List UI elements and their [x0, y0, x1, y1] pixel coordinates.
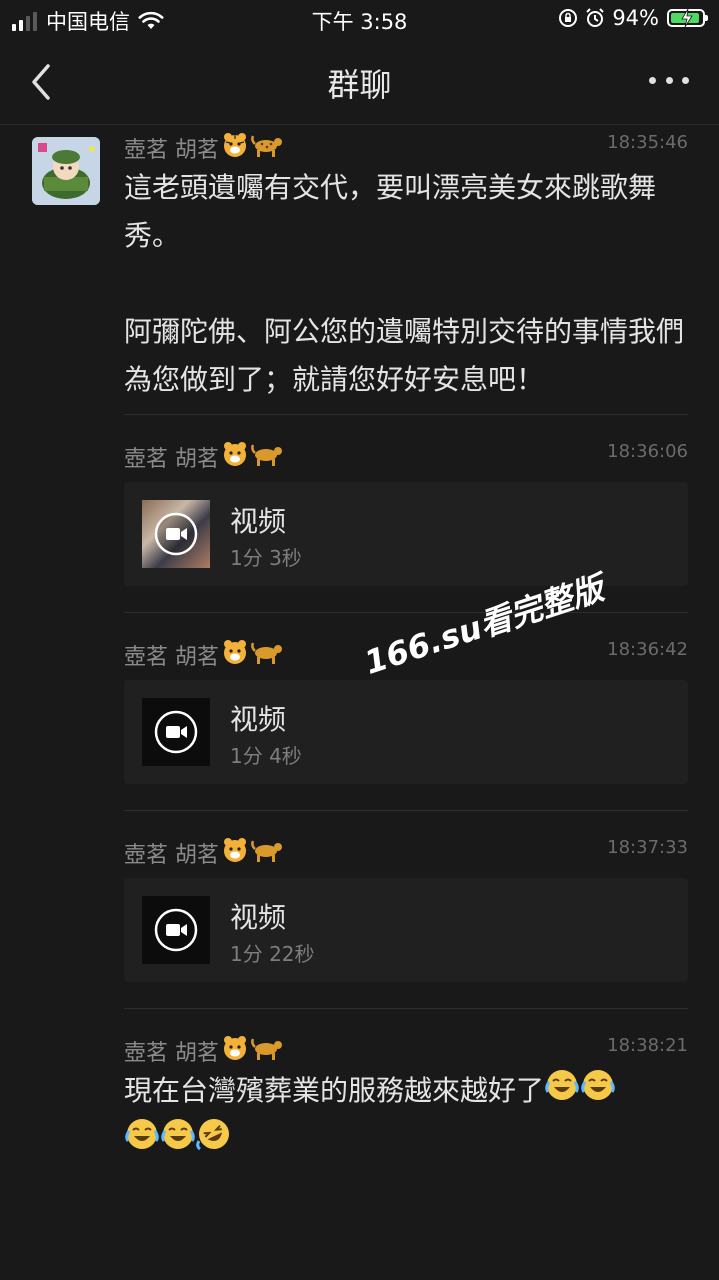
battery-icon — [667, 9, 708, 27]
video-label: 视频 — [230, 901, 287, 934]
sender-name: 壺茗 胡茗 — [124, 1035, 283, 1067]
avatar[interactable] — [32, 137, 100, 205]
message-4: 壺茗 胡茗 18:37:33 视频 1分 22秒 — [124, 837, 688, 987]
battery-percent: 94% — [612, 6, 659, 30]
video-label: 视频 — [230, 703, 287, 736]
tiger-face-icon — [221, 441, 249, 473]
divider — [124, 1008, 688, 1009]
leopard-icon — [251, 639, 283, 671]
video-card[interactable]: 视频 1分 22秒 — [124, 878, 688, 982]
status-bar: 中国电信 下午 3:58 94% — [0, 0, 719, 40]
video-camera-icon — [154, 512, 198, 556]
nav-bar: 群聊 — [0, 40, 719, 125]
message-time: 18:38:21 — [607, 1035, 688, 1056]
sender-name: 壺茗 胡茗 — [124, 441, 283, 473]
orientation-lock-icon — [559, 9, 578, 27]
tiger-face-icon — [221, 132, 249, 164]
crying-laughing-icon — [160, 1117, 196, 1166]
message-time: 18:35:46 — [607, 132, 688, 153]
video-thumbnail — [142, 698, 210, 766]
divider — [124, 414, 688, 415]
message-text[interactable]: 這老頭遺囑有交代，要叫漂亮美女來跳歌舞秀。 阿彌陀佛、阿公您的遺囑特別交待的事情… — [124, 164, 688, 404]
video-duration: 1分 4秒 — [230, 744, 302, 768]
message-time: 18:37:33 — [607, 837, 688, 858]
video-label: 视频 — [230, 505, 287, 538]
chat-screen: 中国电信 下午 3:58 94% 群聊 壺茗 胡茗 18:35:46 這老頭遺囑… — [0, 0, 719, 1280]
video-camera-icon — [154, 710, 198, 754]
rolling-laughing-icon — [196, 1117, 232, 1166]
message-1: 壺茗 胡茗 18:35:46 這老頭遺囑有交代，要叫漂亮美女來跳歌舞秀。 阿彌陀… — [124, 132, 688, 396]
video-camera-icon — [154, 908, 198, 952]
leopard-icon — [251, 441, 283, 473]
message-time: 18:36:42 — [607, 639, 688, 660]
crying-laughing-icon — [544, 1068, 580, 1117]
more-icon[interactable] — [649, 70, 689, 90]
leopard-icon — [251, 1035, 283, 1067]
video-card[interactable]: 视频 1分 3秒 — [124, 482, 688, 586]
message-2: 壺茗 胡茗 18:36:06 视频 1分 3秒 — [124, 441, 688, 591]
chat-title: 群聊 — [327, 66, 392, 104]
message-text[interactable]: 現在台灣殯葬業的服務越來越好了 — [124, 1067, 688, 1166]
divider — [124, 612, 688, 613]
video-thumbnail — [142, 896, 210, 964]
leopard-icon — [251, 837, 283, 869]
video-duration: 1分 22秒 — [230, 942, 315, 966]
sender-name: 壺茗 胡茗 — [124, 639, 283, 671]
crying-laughing-icon — [580, 1068, 616, 1117]
video-card[interactable]: 视频 1分 4秒 — [124, 680, 688, 784]
video-duration: 1分 3秒 — [230, 546, 302, 570]
message-5: 壺茗 胡茗 18:38:21 現在台灣殯葬業的服務越來越好了 — [124, 1035, 688, 1175]
tiger-face-icon — [221, 1035, 249, 1067]
divider — [124, 810, 688, 811]
sender-name: 壺茗 胡茗 — [124, 132, 283, 164]
tiger-face-icon — [221, 837, 249, 869]
tiger-face-icon — [221, 639, 249, 671]
crying-laughing-icon — [124, 1117, 160, 1166]
video-thumbnail — [142, 500, 210, 568]
message-time: 18:36:06 — [607, 441, 688, 462]
leopard-icon — [251, 132, 283, 164]
sender-name: 壺茗 胡茗 — [124, 837, 283, 869]
alarm-icon — [586, 8, 605, 27]
